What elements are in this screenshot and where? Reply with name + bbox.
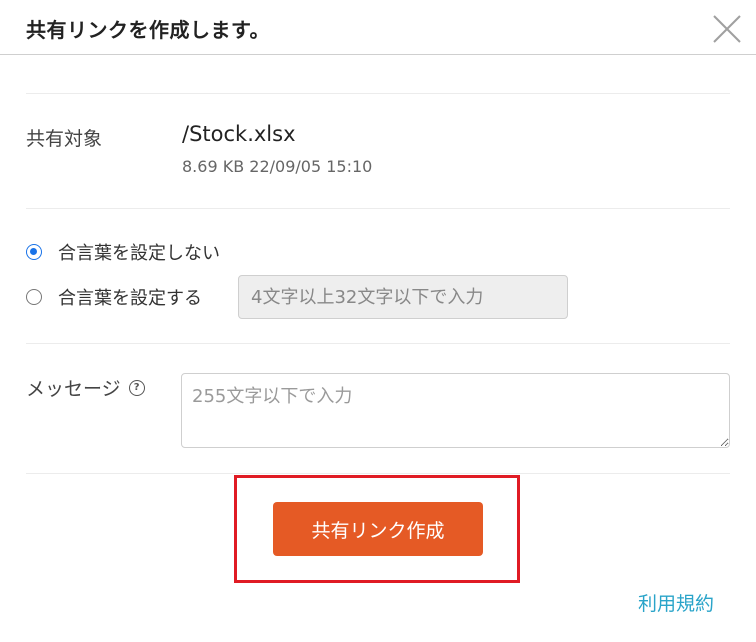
message-label-row: メッセージ ? — [26, 374, 145, 401]
close-icon[interactable] — [708, 10, 746, 48]
dialog-header: 共有リンクを作成します。 — [0, 0, 756, 55]
share-target-meta: 8.69 KB 22/09/05 15:10 — [182, 157, 373, 176]
radio-button-checked[interactable] — [26, 244, 42, 260]
radio-no-password[interactable]: 合言葉を設定しない — [26, 239, 220, 265]
divider — [26, 343, 730, 344]
radio-set-password-label: 合言葉を設定する — [58, 288, 202, 309]
create-share-link-button[interactable]: 共有リンク作成 — [273, 502, 483, 556]
question-circle-icon[interactable]: ? — [128, 379, 145, 396]
divider — [26, 473, 730, 474]
radio-set-password[interactable]: 合言葉を設定する — [26, 284, 202, 310]
share-target-filename: /Stock.xlsx — [182, 122, 296, 146]
terms-of-use-link[interactable]: 利用規約 — [638, 589, 714, 616]
dialog-title: 共有リンクを作成します。 — [26, 18, 270, 42]
share-target-label: 共有対象 — [26, 128, 103, 150]
divider — [26, 208, 730, 209]
message-textarea[interactable] — [181, 373, 730, 448]
divider — [26, 93, 730, 94]
radio-button-unchecked[interactable] — [26, 289, 42, 305]
radio-no-password-label: 合言葉を設定しない — [58, 243, 220, 264]
message-label: メッセージ — [26, 378, 121, 400]
password-input[interactable] — [238, 275, 568, 319]
share-link-dialog: 共有リンクを作成します。 共有対象 /Stock.xlsx 8.69 KB 22… — [0, 0, 756, 642]
